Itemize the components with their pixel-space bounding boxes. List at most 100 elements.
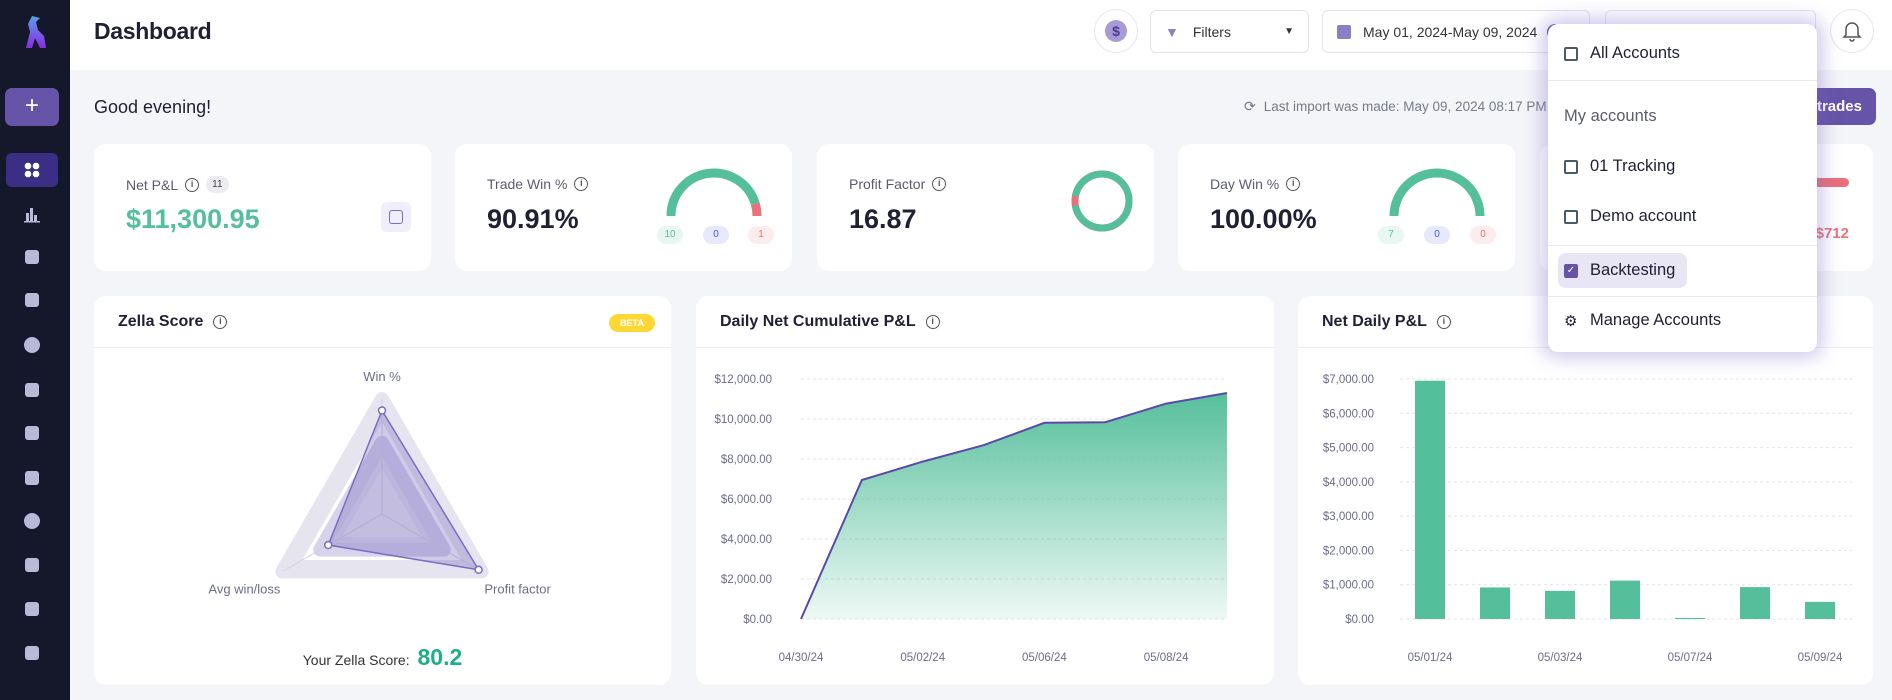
dashboard-icon [24, 162, 40, 178]
chevron-down-icon: ▼ [1284, 26, 1294, 37]
sidebar-item-backtesting[interactable] [6, 548, 58, 582]
page-title: Dashboard [94, 18, 212, 44]
bell-icon [1842, 22, 1862, 42]
trade-win-label: Trade Win % [487, 176, 568, 192]
bar [30, 208, 33, 222]
x-tick-label: 05/02/24 [900, 652, 945, 664]
sync-icon[interactable]: ⟳ [1244, 98, 1256, 115]
resources-icon [25, 646, 39, 660]
sidebar-item-mentor[interactable] [6, 592, 58, 626]
all-accounts-option[interactable]: All Accounts [1564, 44, 1680, 63]
account-dropdown-menu: All Accounts My accounts 01 Tracking Dem… [1548, 24, 1817, 352]
currency-button[interactable]: $ [1094, 9, 1138, 53]
sidebar-item-replay[interactable] [6, 504, 58, 538]
losing-days-badge: 0 [1470, 226, 1496, 244]
shape [25, 646, 39, 660]
sidebar-item-resources[interactable] [6, 636, 58, 670]
account-option-01-tracking[interactable]: 01 Tracking [1564, 157, 1675, 176]
trade-count-badge: 11 [206, 176, 229, 193]
shape [25, 293, 39, 307]
info-icon[interactable]: i [185, 177, 200, 192]
breakeven-days-badge: 0 [1424, 226, 1450, 244]
shape [24, 513, 40, 529]
checkbox-icon[interactable] [1564, 209, 1578, 224]
info-icon[interactable]: i [1286, 177, 1301, 191]
sidebar-item-daily-journal[interactable] [6, 240, 58, 274]
y-tick-label: $12,000.00 [714, 374, 772, 386]
divider [1548, 296, 1817, 297]
shape [25, 471, 39, 485]
y-tick-label: $8,000.00 [721, 454, 772, 466]
info-icon[interactable]: i [574, 177, 589, 191]
checkbox-icon[interactable] [1564, 46, 1578, 61]
option-label: Manage Accounts [1590, 311, 1722, 329]
trade-win-card: Trade Win % i 90.91% 10 0 1 [455, 144, 792, 271]
base [24, 221, 40, 223]
shape [25, 250, 39, 264]
dot [24, 162, 32, 170]
manage-accounts-option[interactable]: ⚙ Manage Accounts [1564, 311, 1721, 330]
bar-05/03/24 [1545, 590, 1575, 619]
trade-view-icon [25, 293, 39, 307]
notifications-button[interactable] [1830, 9, 1874, 53]
radar-point [323, 540, 333, 550]
radar-label-win: Win % [363, 369, 401, 384]
add-trade-button[interactable]: + [5, 88, 59, 126]
filters-dropdown[interactable]: ▼ Filters ▼ [1150, 10, 1309, 53]
x-tick-label: 05/09/24 [1798, 652, 1843, 664]
checkbox-icon[interactable] [1564, 159, 1578, 174]
sidebar-item-reports[interactable] [6, 197, 58, 231]
chart-toggle-icon[interactable] [381, 202, 411, 232]
radar-point [474, 565, 483, 575]
trade-win-value: 90.91% [487, 204, 579, 234]
shape [24, 337, 40, 353]
account-option-demo[interactable]: Demo account [1564, 207, 1696, 226]
sidebar: + [0, 0, 70, 700]
info-icon[interactable]: i [932, 177, 947, 191]
my-accounts-heading: My accounts [1564, 107, 1657, 125]
daily-journal-icon [25, 250, 39, 264]
zella-score-panel: Zella Score i BETA Win % Profit factor Avg … [94, 296, 671, 685]
dot [32, 170, 40, 178]
bar-05/02/24 [1480, 587, 1510, 619]
day-win-label: Day Win % [1210, 176, 1280, 192]
mentor-icon [25, 602, 39, 616]
profit-factor-label: Profit Factor [849, 176, 926, 192]
radar-point [377, 406, 387, 415]
zella-score-label: Your Zella Score: [302, 652, 410, 668]
alert-icon [24, 337, 40, 353]
win-arc [666, 168, 760, 217]
filters-label: Filters [1192, 23, 1231, 40]
y-tick-label: $4,000.00 [721, 534, 772, 546]
sidebar-item-dashboard[interactable] [6, 153, 58, 187]
option-label: Backtesting [1590, 261, 1676, 279]
x-tick-label: 05/06/24 [1022, 652, 1067, 664]
notebook-icon [25, 426, 39, 440]
option-label: Demo account [1590, 207, 1697, 225]
dot [32, 162, 40, 170]
day-win-card: Day Win % i 100.00% 7 0 0 [1178, 144, 1515, 271]
sidebar-item-academy[interactable] [6, 373, 58, 407]
sidebar-item-notebook[interactable] [6, 416, 58, 450]
breakeven-badge: 0 [703, 226, 729, 244]
filter-icon: ▼ [1165, 23, 1179, 40]
sidebar-item-playbook[interactable] [6, 461, 58, 495]
sidebar-item-alert[interactable] [6, 328, 58, 362]
trade-win-gauge [666, 168, 762, 217]
gear-icon: ⚙ [1564, 312, 1578, 330]
x-tick-label: 05/08/24 [1144, 652, 1189, 664]
option-label: 01 Tracking [1590, 157, 1676, 175]
y-tick-label: $6,000.00 [721, 494, 772, 506]
profit-factor-value: 16.87 [849, 204, 917, 234]
account-option-backtesting[interactable]: ✓ Backtesting [1558, 253, 1688, 288]
profit-factor-card: Profit Factor i 16.87 [817, 144, 1154, 271]
last-import-status: ⟳ Last import was made: May 09, 2024 08:… [1244, 98, 1547, 115]
sidebar-item-trade-view[interactable] [6, 283, 58, 317]
y-tick-label: $6,000.00 [1323, 408, 1374, 420]
losses-badge: 1 [748, 226, 774, 244]
checkbox-checked-icon[interactable]: ✓ [1564, 263, 1578, 278]
cumulative-area [801, 392, 1227, 619]
shape [25, 602, 39, 616]
wins-badge: 10 [657, 226, 683, 244]
shape [25, 426, 39, 440]
